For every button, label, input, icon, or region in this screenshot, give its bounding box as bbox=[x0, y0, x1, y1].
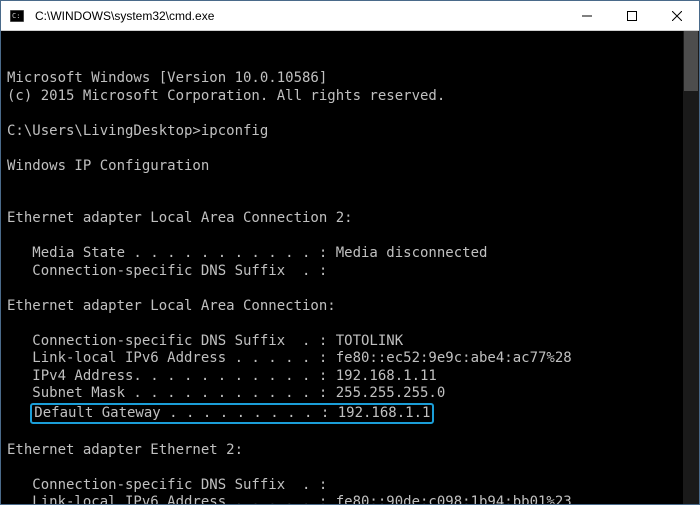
terminal-line: (c) 2015 Microsoft Corporation. All righ… bbox=[7, 88, 693, 106]
terminal-line: Subnet Mask . . . . . . . . . . . : 255.… bbox=[7, 385, 693, 403]
terminal-line: Ethernet adapter Local Area Connection 2… bbox=[7, 210, 693, 228]
terminal-line: Connection-specific DNS Suffix . : TOTOL… bbox=[7, 333, 693, 351]
window-controls bbox=[564, 1, 699, 30]
scrollbar[interactable] bbox=[683, 31, 699, 504]
terminal-line bbox=[7, 140, 693, 158]
terminal-line bbox=[7, 280, 693, 298]
window-title: C:\WINDOWS\system32\cmd.exe bbox=[33, 9, 564, 23]
terminal-line: Link-local IPv6 Address . . . . . : fe80… bbox=[7, 350, 693, 368]
terminal-line: Connection-specific DNS Suffix . : bbox=[7, 263, 693, 281]
cmd-window: C: C:\WINDOWS\system32\cmd.exe Microsoft… bbox=[0, 0, 700, 505]
terminal-line bbox=[7, 424, 693, 442]
terminal-line: Media State . . . . . . . . . . . : Medi… bbox=[7, 245, 693, 263]
terminal-line: Connection-specific DNS Suffix . : bbox=[7, 477, 693, 495]
terminal-line bbox=[7, 175, 693, 193]
terminal-line: Windows IP Configuration bbox=[7, 158, 693, 176]
minimize-button[interactable] bbox=[564, 1, 609, 30]
titlebar[interactable]: C: C:\WINDOWS\system32\cmd.exe bbox=[1, 1, 699, 31]
terminal-line: IPv4 Address. . . . . . . . . . . : 192.… bbox=[7, 368, 693, 386]
terminal-line bbox=[7, 228, 693, 246]
cmd-icon: C: bbox=[9, 8, 25, 24]
scrollbar-thumb[interactable] bbox=[684, 31, 698, 91]
terminal-line: Ethernet adapter Ethernet 2: bbox=[7, 442, 693, 460]
close-button[interactable] bbox=[654, 1, 699, 30]
svg-text:C:: C: bbox=[12, 12, 20, 20]
terminal-line: C:\Users\LivingDesktop>ipconfig bbox=[7, 123, 693, 141]
terminal-line bbox=[7, 105, 693, 123]
terminal-line bbox=[7, 459, 693, 477]
terminal-line: Ethernet adapter Local Area Connection: bbox=[7, 298, 693, 316]
highlighted-gateway: Default Gateway . . . . . . . . . : 192.… bbox=[30, 403, 434, 425]
maximize-button[interactable] bbox=[609, 1, 654, 30]
terminal-line: Link-local IPv6 Address . . . . . : fe80… bbox=[7, 494, 693, 504]
terminal-line: Default Gateway . . . . . . . . . : 192.… bbox=[7, 403, 693, 425]
terminal-line: Microsoft Windows [Version 10.0.10586] bbox=[7, 70, 693, 88]
terminal-output[interactable]: Microsoft Windows [Version 10.0.10586](c… bbox=[1, 31, 699, 504]
terminal-line bbox=[7, 193, 693, 211]
terminal-line bbox=[7, 315, 693, 333]
